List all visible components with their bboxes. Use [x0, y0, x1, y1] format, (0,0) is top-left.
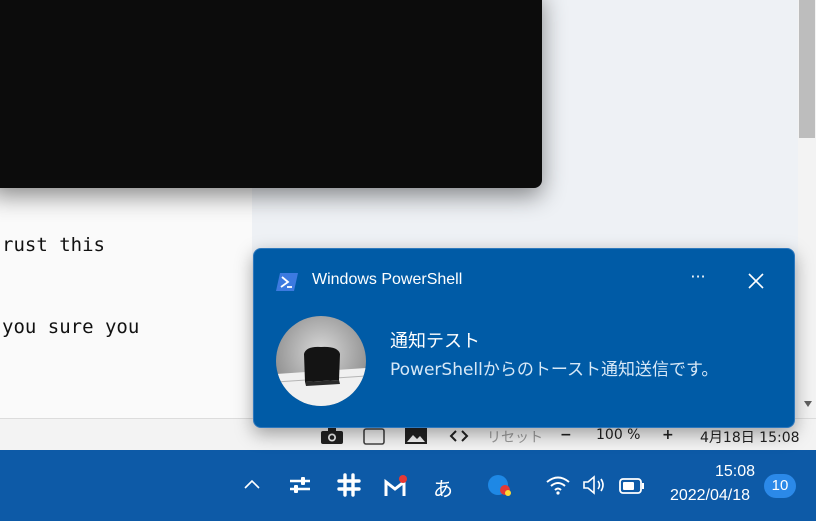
powershell-icon: [276, 273, 298, 291]
scroll-down-icon[interactable]: [802, 398, 814, 410]
zoom-level: 100 %: [596, 427, 641, 443]
camera-icon[interactable]: [320, 427, 344, 449]
toast-title: 通知テスト: [390, 331, 480, 352]
more-options-icon[interactable]: ···: [686, 267, 710, 293]
taskbar-clock-date[interactable]: 2022/04/18: [660, 487, 760, 505]
volume-icon[interactable]: [582, 475, 606, 499]
status-datetime: 4月18日 15:08: [700, 430, 800, 446]
app-tray-icon[interactable]: [487, 474, 513, 502]
document-text-line: rust this: [2, 234, 105, 256]
slack-icon[interactable]: [337, 473, 361, 501]
sliders-icon[interactable]: [288, 474, 312, 500]
close-icon[interactable]: [744, 269, 768, 293]
toast-app-name: Windows PowerShell: [312, 271, 463, 288]
ime-mode-indicator[interactable]: あ: [433, 473, 453, 502]
scrollbar-thumb[interactable]: [799, 0, 815, 138]
chevron-up-icon[interactable]: [242, 476, 262, 495]
terminal-window[interactable]: [0, 0, 542, 188]
image-icon[interactable]: [404, 427, 428, 449]
notification-count-badge[interactable]: 10: [764, 474, 796, 498]
toast-notification[interactable]: Windows PowerShell ··· 通知テスト PowerShellか…: [253, 248, 795, 428]
gmail-icon[interactable]: [383, 474, 409, 502]
reset-button[interactable]: リセット: [487, 427, 543, 447]
rectangle-icon[interactable]: [362, 427, 386, 449]
toast-body: PowerShellからのトースト通知送信です。: [390, 360, 719, 380]
battery-icon[interactable]: [619, 477, 645, 499]
code-icon[interactable]: [448, 427, 470, 449]
wifi-icon[interactable]: [545, 474, 571, 500]
zoom-in-button[interactable]: +: [662, 427, 674, 443]
toast-image: [276, 316, 366, 406]
zoom-out-button[interactable]: −: [560, 427, 572, 443]
document-text-line: you sure you: [2, 316, 140, 338]
